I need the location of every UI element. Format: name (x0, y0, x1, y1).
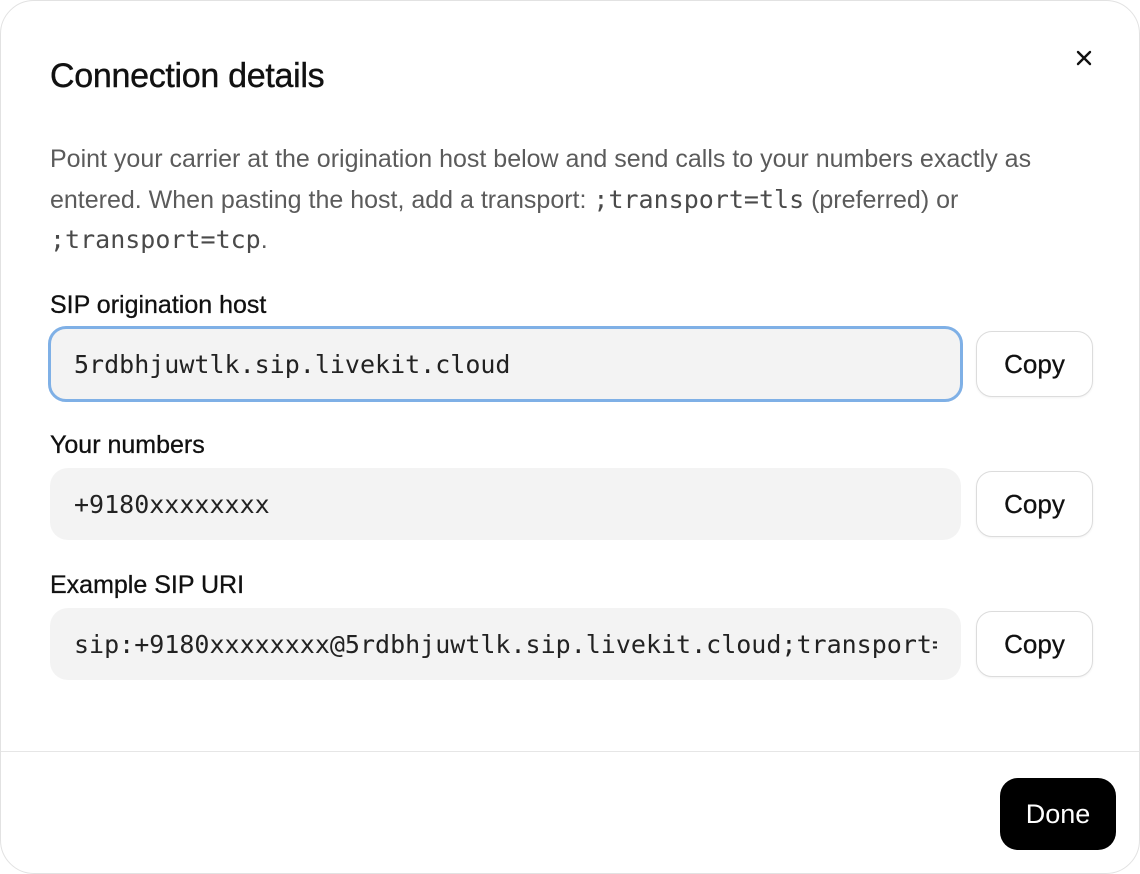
copy-sip-uri-button[interactable]: Copy (976, 611, 1093, 677)
description-text-2: (preferred) or (804, 185, 959, 214)
dialog-title: Connection details (50, 57, 325, 95)
your-numbers-value: +9180xxxxxxxx (74, 489, 270, 519)
copy-host-button[interactable]: Copy (976, 331, 1093, 397)
your-numbers-label: Your numbers (50, 431, 205, 459)
sip-origination-host-field[interactable]: 5rdbhjuwtlk.sip.livekit.cloud (48, 326, 963, 402)
your-numbers-field[interactable]: +9180xxxxxxxx (50, 468, 961, 540)
transport-tls-code: ;transport=tls (593, 184, 805, 214)
dialog-description: Point your carrier at the origination ho… (50, 139, 1060, 261)
example-sip-uri-value: sip:+9180xxxxxxxx@5rdbhjuwtlk.sip.liveki… (74, 629, 937, 659)
close-icon (1076, 50, 1092, 66)
description-text-3: . (260, 226, 268, 254)
footer-divider (1, 751, 1139, 752)
copy-numbers-button[interactable]: Copy (976, 471, 1093, 537)
sip-origination-host-value: 5rdbhjuwtlk.sip.livekit.cloud (74, 349, 511, 379)
example-sip-uri-label: Example SIP URI (50, 571, 245, 599)
done-button[interactable]: Done (1000, 778, 1116, 850)
transport-tcp-code: ;transport=tcp (50, 225, 261, 254)
connection-details-dialog: Connection details Point your carrier at… (0, 0, 1140, 874)
close-button[interactable] (1069, 43, 1099, 73)
sip-origination-host-label: SIP origination host (50, 291, 267, 319)
example-sip-uri-field[interactable]: sip:+9180xxxxxxxx@5rdbhjuwtlk.sip.liveki… (50, 608, 961, 680)
